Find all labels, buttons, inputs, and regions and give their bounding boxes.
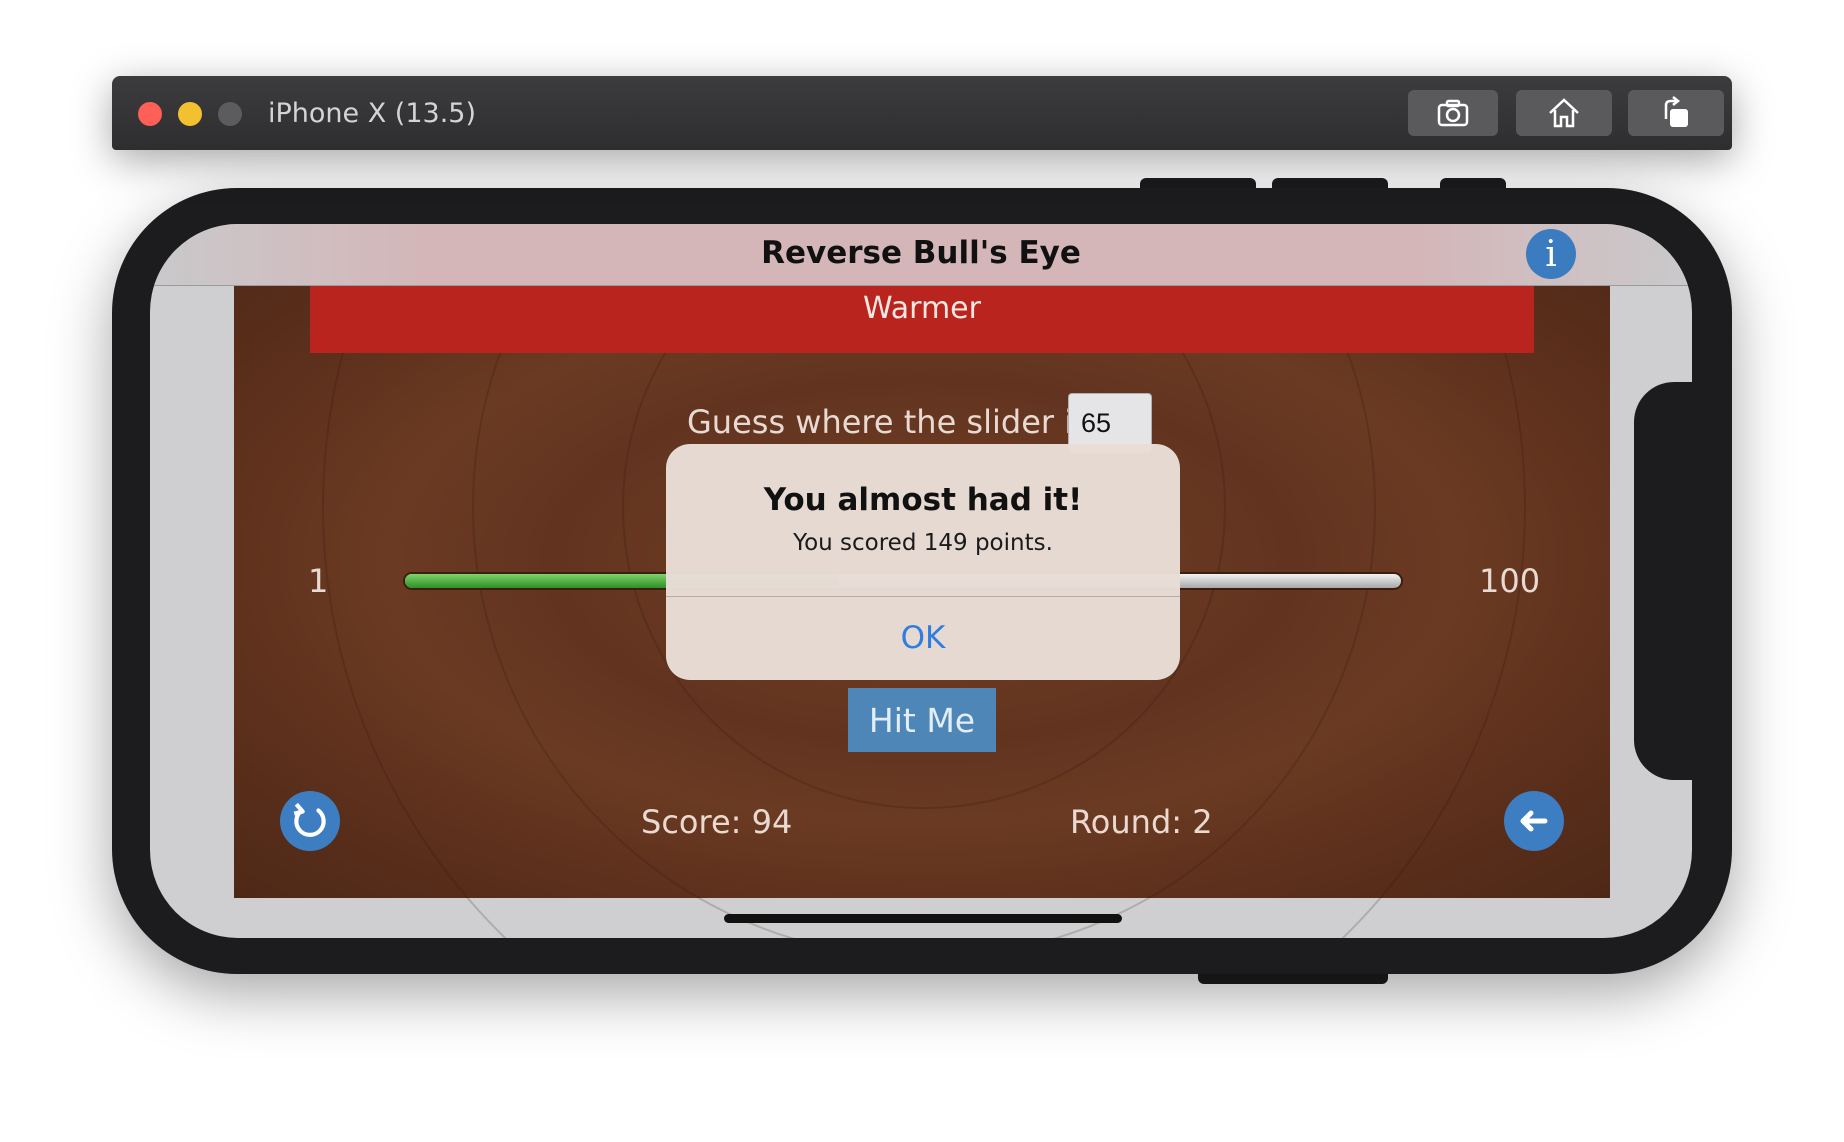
score-label: Score: 94 xyxy=(641,803,793,841)
info-icon: i xyxy=(1545,233,1557,275)
score-alert-dialog: You almost had it! You scored 149 points… xyxy=(666,444,1180,680)
restart-icon xyxy=(293,802,326,837)
home-button[interactable] xyxy=(1516,90,1612,136)
window-title: iPhone X (13.5) xyxy=(268,98,476,129)
screenshot-button[interactable] xyxy=(1408,90,1498,136)
close-window-button[interactable] xyxy=(138,102,162,126)
round-label: Round: 2 xyxy=(1070,803,1213,841)
camera-icon xyxy=(1437,99,1469,127)
navigation-bar: Reverse Bull's Eye i xyxy=(150,224,1692,286)
slider-min-label: 1 xyxy=(308,562,329,600)
device-notch xyxy=(1634,382,1692,780)
info-button[interactable]: i xyxy=(1526,229,1576,279)
back-arrow-icon xyxy=(1520,810,1548,832)
minimize-window-button[interactable] xyxy=(178,102,202,126)
feedback-banner: Warmer xyxy=(310,285,1534,353)
home-icon xyxy=(1549,98,1579,128)
nav-title: Reverse Bull's Eye xyxy=(761,235,1081,271)
zoom-window-button[interactable] xyxy=(218,102,242,126)
slider-max-label: 100 xyxy=(1479,562,1541,600)
alert-message: You scored 149 points. xyxy=(793,530,1053,556)
alert-title: You almost had it! xyxy=(763,482,1083,518)
restart-button[interactable] xyxy=(280,791,340,851)
rotate-icon xyxy=(1664,96,1688,127)
home-indicator[interactable] xyxy=(724,914,1122,923)
alert-ok-button[interactable]: OK xyxy=(666,597,1180,680)
guess-label: Guess where the slider is: xyxy=(687,403,1101,441)
rotate-button[interactable] xyxy=(1628,90,1724,136)
hit-me-button[interactable]: Hit Me xyxy=(848,688,996,752)
simulator-title-bar: iPhone X (13.5) xyxy=(112,76,1732,150)
back-button[interactable] xyxy=(1504,791,1564,851)
